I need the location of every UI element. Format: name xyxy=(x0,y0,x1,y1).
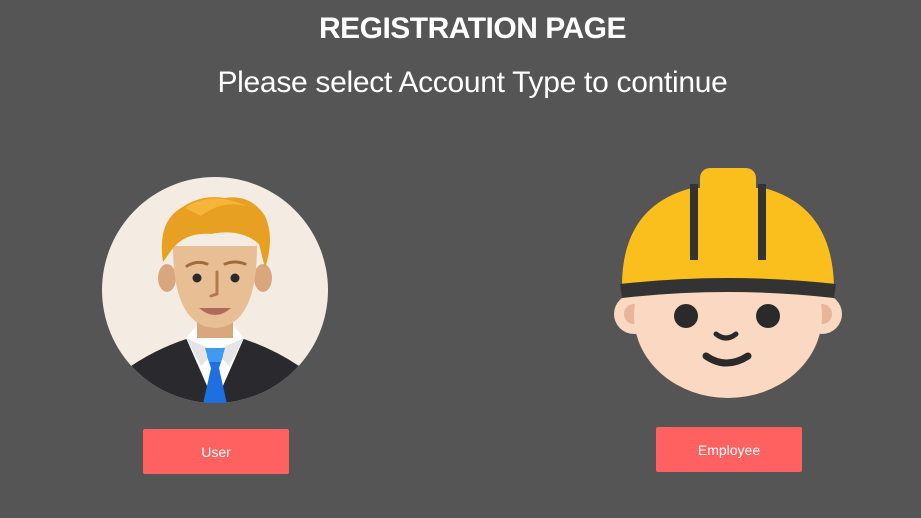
registration-page: REGISTRATION PAGE Please select Account … xyxy=(0,0,921,518)
employee-avatar-icon[interactable] xyxy=(612,166,848,402)
user-avatar-icon[interactable] xyxy=(101,176,329,404)
page-title: REGISTRATION PAGE xyxy=(318,12,627,45)
page-subtitle: Please select Account Type to continue xyxy=(217,66,728,99)
employee-button[interactable]: Employee xyxy=(656,427,802,472)
user-button[interactable]: User xyxy=(143,429,289,474)
